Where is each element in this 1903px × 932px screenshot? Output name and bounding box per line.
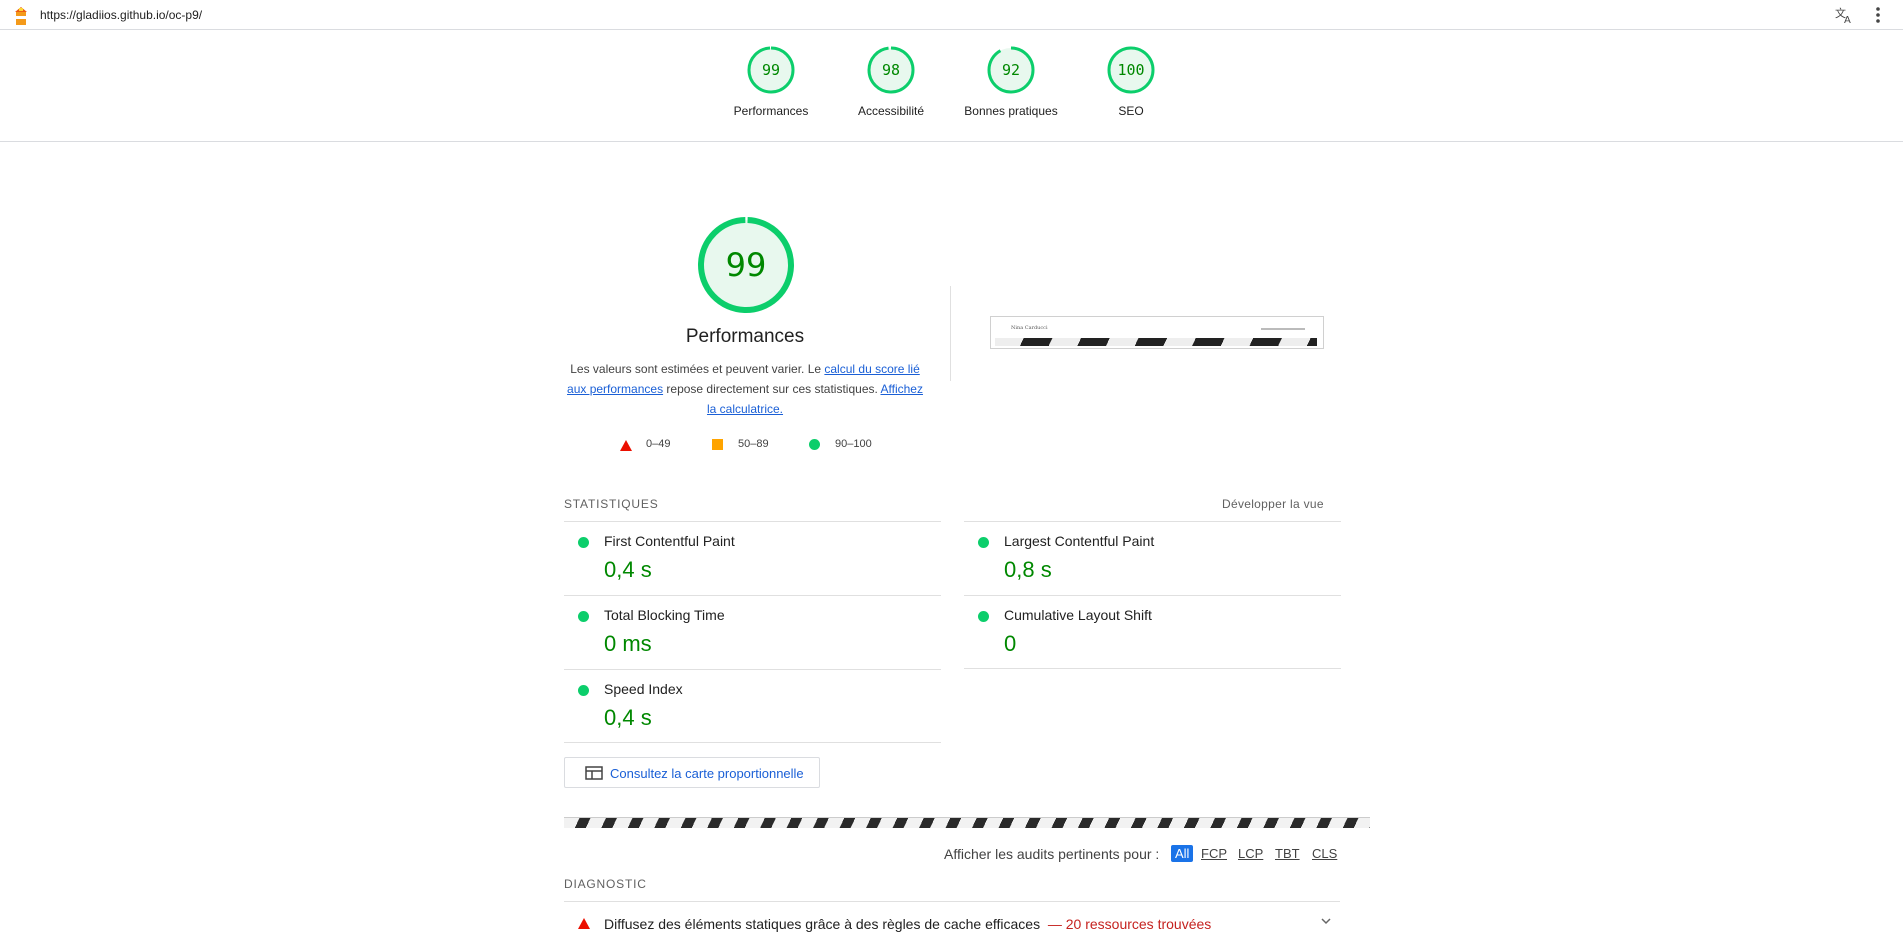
score-gauge: 98 [866, 45, 916, 95]
metric-title: Speed Index [604, 681, 683, 697]
pass-circle-icon [578, 537, 589, 548]
category-accessibility[interactable]: 98 Accessibilité [831, 45, 951, 118]
audit-title-text: Diffusez des éléments statiques grâce à … [604, 916, 1041, 932]
category-label: Accessibilité [857, 104, 925, 118]
scale-range: 50–89 [738, 438, 769, 450]
metrics-section-label: STATISTIQUES [564, 497, 659, 511]
score-value: 100 [1117, 61, 1145, 79]
metric-lcp: Largest Contentful Paint 0,8 s [964, 521, 1341, 595]
filter-chip-all[interactable]: All [1171, 845, 1194, 862]
treemap-label: Consultez la carte proportionnelle [610, 766, 804, 781]
metric-title: Cumulative Layout Shift [1004, 607, 1152, 623]
audit-title: Diffusez des éléments statiques grâce à … [604, 916, 1211, 932]
treemap-icon [585, 766, 603, 780]
audit-item[interactable]: Diffusez des éléments statiques grâce à … [564, 901, 1340, 932]
performance-score: 99 [725, 246, 767, 284]
filter-chip-lcp[interactable]: LCP [1236, 845, 1265, 862]
expand-view-toggle[interactable]: Développer la vue [1222, 497, 1324, 511]
treemap-button[interactable]: Consultez la carte proportionnelle [564, 757, 820, 788]
score-gauge: 92 [986, 45, 1036, 95]
category-label: Bonnes pratiques [964, 104, 1058, 118]
category-label: SEO [1118, 104, 1144, 118]
svg-text:A: A [1844, 15, 1851, 25]
fail-triangle-icon [578, 918, 590, 929]
final-screenshot[interactable]: Nina Carducci [990, 316, 1324, 349]
divider [564, 742, 941, 743]
category-label: Performances [733, 104, 809, 118]
category-performance[interactable]: 99 Performances [711, 45, 831, 118]
audit-display-value: — 20 ressources trouvées [1047, 916, 1212, 932]
metric-value: 0 ms [604, 631, 652, 656]
metric-value: 0,8 s [1004, 557, 1052, 582]
report-topbar: https://gladiios.github.io/oc-p9/ 文 A [0, 0, 1903, 30]
translate-icon[interactable]: 文 A [1834, 5, 1854, 25]
performance-gauge: 99 [696, 215, 796, 315]
performance-title: Performances [685, 326, 805, 347]
description-text: Les valeurs sont estimées et peuvent var… [570, 362, 825, 376]
square-icon [712, 439, 723, 450]
report-url[interactable]: https://gladiios.github.io/oc-p9/ [40, 8, 202, 22]
metric-cls: Cumulative Layout Shift 0 [964, 595, 1341, 669]
score-value: 98 [881, 61, 901, 79]
pass-circle-icon [578, 685, 589, 696]
metric-fcp: First Contentful Paint 0,4 s [564, 521, 941, 595]
category-best-practices[interactable]: 92 Bonnes pratiques [951, 45, 1071, 118]
triangle-icon [620, 440, 632, 451]
metric-title: First Contentful Paint [604, 533, 735, 549]
scale-range: 90–100 [835, 438, 872, 450]
divider [964, 668, 1341, 669]
score-gauge: 99 [746, 45, 796, 95]
score-value: 99 [761, 61, 781, 79]
more-vert-icon[interactable] [1870, 5, 1886, 25]
category-header: 99 Performances 98 Accessibilité 92 Bonn… [0, 30, 1903, 142]
audit-filter-label: Afficher les audits pertinents pour : [944, 846, 1160, 862]
metric-value: 0 [1004, 631, 1017, 656]
screenshot-banner [995, 338, 1317, 346]
metric-tbt: Total Blocking Time 0 ms [564, 595, 941, 669]
category-seo[interactable]: 100 SEO [1071, 45, 1191, 118]
score-value: 92 [1001, 61, 1021, 79]
metric-title: Largest Contentful Paint [1004, 533, 1155, 549]
pass-circle-icon [978, 611, 989, 622]
metric-value: 0,4 s [604, 705, 652, 730]
score-gauge: 100 [1106, 45, 1156, 95]
metric-title: Total Blocking Time [604, 607, 725, 623]
circle-icon [809, 439, 820, 450]
lighthouse-logo-icon [15, 7, 27, 25]
filter-chip-cls[interactable]: CLS [1310, 845, 1339, 862]
diagnostic-section-label: DIAGNOSTIC [564, 877, 647, 891]
metric-si: Speed Index 0,4 s [564, 669, 941, 743]
pass-circle-icon [978, 537, 989, 548]
filmstrip [564, 817, 1370, 828]
description-text: repose directement sur ces statistiques. [663, 382, 881, 396]
pass-circle-icon [578, 611, 589, 622]
scale-range: 0–49 [646, 438, 671, 450]
performance-description: Les valeurs sont estimées et peuvent var… [562, 359, 928, 419]
chevron-down-icon[interactable] [1319, 914, 1333, 928]
screenshot-nav [1261, 328, 1305, 330]
divider [950, 286, 951, 381]
metric-value: 0,4 s [604, 557, 652, 582]
filter-chip-fcp[interactable]: FCP [1199, 845, 1229, 862]
filter-chip-tbt[interactable]: TBT [1273, 845, 1302, 862]
screenshot-site-title: Nina Carducci [1011, 325, 1048, 331]
